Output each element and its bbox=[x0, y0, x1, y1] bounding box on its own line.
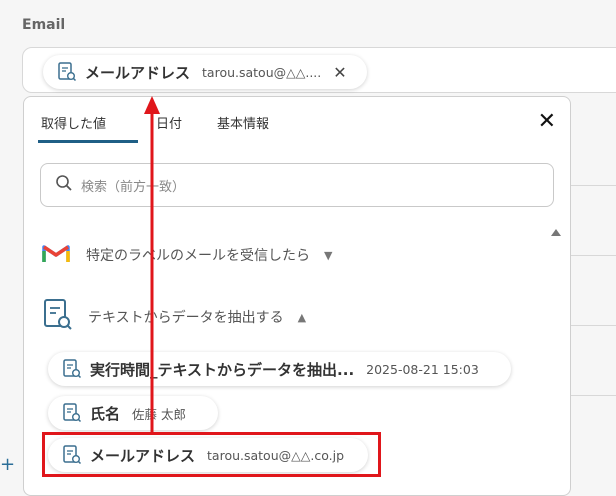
annotation-arrow bbox=[144, 96, 160, 432]
